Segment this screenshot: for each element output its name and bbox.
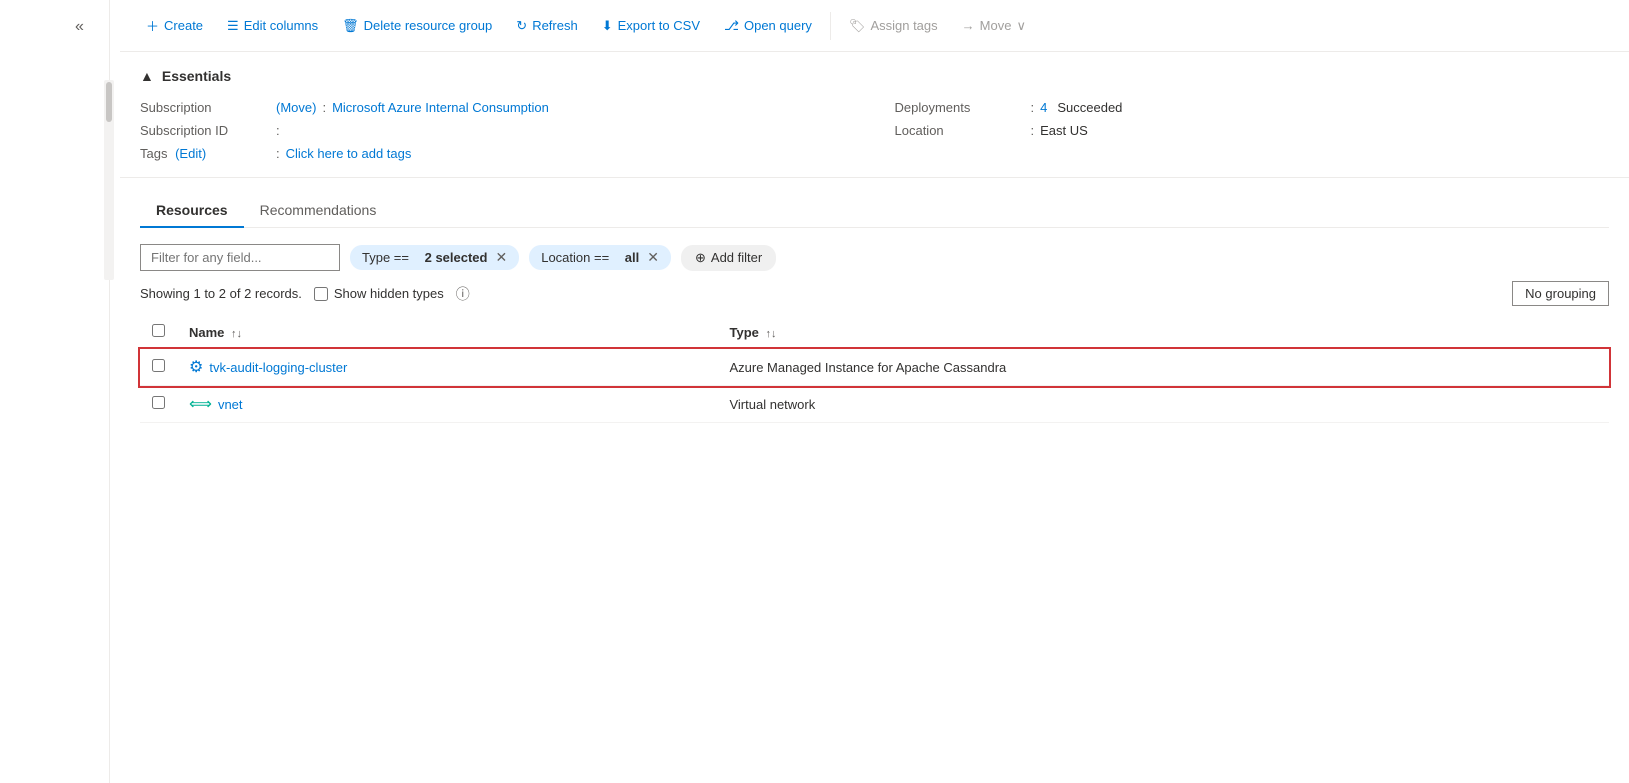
- showing-text: Showing 1 to 2 of 2 records.: [140, 286, 302, 301]
- subscription-move-link[interactable]: (Move): [276, 100, 316, 115]
- assign-tags-button[interactable]: 🏷 Assign tags: [839, 12, 948, 40]
- essentials-left: Subscription (Move) : Microsoft Azure In…: [140, 100, 855, 161]
- move-button[interactable]: → Move ∨: [952, 12, 1036, 40]
- move-arrow-icon: →: [962, 18, 975, 33]
- resource-name-link[interactable]: vnet: [218, 397, 243, 412]
- vnet-icon: ⟺: [189, 396, 212, 413]
- add-filter-button[interactable]: ⊕ Add filter: [681, 245, 776, 271]
- type-chip-prefix: Type ==: [362, 250, 409, 265]
- delete-rg-button[interactable]: 🗑 Delete resource group: [332, 12, 502, 40]
- row-checkbox[interactable]: [152, 359, 165, 372]
- col-header-type[interactable]: Type ↑↓: [717, 316, 1609, 349]
- move-chevron-icon: ∨: [1016, 18, 1026, 34]
- row-name-cell: ⚙ tvk-audit-logging-cluster: [177, 349, 717, 386]
- main-content: ＋ Create ☰ Edit columns 🗑 Delete resourc…: [120, 0, 1629, 423]
- row-type-cell: Azure Managed Instance for Apache Cassan…: [717, 349, 1609, 386]
- resources-table-container: Name ↑↓ Type ↑↓ ⚙ tvk-audit-logging-clust…: [120, 316, 1629, 423]
- essentials-chevron-icon: ▲: [140, 68, 154, 84]
- essentials-header[interactable]: ▲ Essentials: [140, 68, 1609, 84]
- export-csv-button[interactable]: ⬇ Export to CSV: [592, 12, 710, 40]
- tabs: Resources Recommendations: [140, 194, 1609, 228]
- edit-columns-icon: ☰: [227, 18, 239, 34]
- scrollbar-thumb: [106, 82, 112, 122]
- subscription-row: Subscription (Move) : Microsoft Azure In…: [140, 100, 855, 115]
- create-button[interactable]: ＋ Create: [136, 10, 213, 41]
- location-filter-chip[interactable]: Location == all ✕: [529, 245, 671, 270]
- tags-label: Tags (Edit): [140, 146, 270, 161]
- essentials-right: Deployments : 4 Succeeded Location : Eas…: [895, 100, 1610, 161]
- resources-table: Name ↑↓ Type ↑↓ ⚙ tvk-audit-logging-clust…: [140, 316, 1609, 423]
- filter-input[interactable]: [140, 244, 340, 271]
- refresh-button[interactable]: ↻ Refresh: [506, 12, 587, 40]
- row-checkbox-cell: [140, 349, 177, 386]
- refresh-icon: ↻: [516, 18, 527, 34]
- row-name-cell: ⟺ vnet: [177, 386, 717, 423]
- col-header-name[interactable]: Name ↑↓: [177, 316, 717, 349]
- name-sort-icon: ↑↓: [231, 328, 242, 340]
- deployments-status: Succeeded: [1057, 100, 1122, 115]
- record-row: Showing 1 to 2 of 2 records. Show hidden…: [120, 281, 1629, 316]
- grouping-button[interactable]: No grouping: [1512, 281, 1609, 306]
- tags-row: Tags (Edit) : Click here to add tags: [140, 146, 855, 161]
- sidebar-collapse-button[interactable]: «: [75, 18, 84, 36]
- row-checkbox-cell: [140, 386, 177, 423]
- location-chip-prefix: Location ==: [541, 250, 609, 265]
- show-hidden-types-checkbox[interactable]: [314, 287, 328, 301]
- subscription-id-row: Subscription ID :: [140, 123, 855, 138]
- tabs-section: Resources Recommendations: [120, 178, 1629, 228]
- deployments-row: Deployments : 4 Succeeded: [895, 100, 1610, 115]
- scrollbar[interactable]: [104, 80, 114, 280]
- sidebar: [0, 0, 110, 783]
- row-type-cell: Virtual network: [717, 386, 1609, 423]
- location-value: East US: [1040, 123, 1088, 138]
- resource-name-link[interactable]: tvk-audit-logging-cluster: [209, 360, 347, 375]
- table-row: ⚙ tvk-audit-logging-cluster Azure Managed …: [140, 349, 1609, 386]
- essentials-grid: Subscription (Move) : Microsoft Azure In…: [140, 100, 1609, 161]
- tab-resources[interactable]: Resources: [140, 194, 244, 228]
- toolbar-divider: [830, 12, 831, 40]
- col-header-checkbox: [140, 316, 177, 349]
- tags-edit-link[interactable]: (Edit): [175, 146, 206, 161]
- location-chip-value: all: [625, 250, 639, 265]
- add-filter-icon: ⊕: [695, 250, 706, 266]
- info-icon[interactable]: ⓘ: [456, 284, 470, 304]
- toolbar: ＋ Create ☰ Edit columns 🗑 Delete resourc…: [120, 0, 1629, 52]
- tab-recommendations[interactable]: Recommendations: [244, 194, 393, 228]
- open-query-button[interactable]: ⎇ Open query: [714, 12, 822, 40]
- type-filter-chip[interactable]: Type == 2 selected ✕: [350, 245, 519, 270]
- create-icon: ＋: [146, 16, 159, 35]
- type-sort-icon: ↑↓: [766, 328, 777, 340]
- deployments-count-link[interactable]: 4: [1040, 100, 1047, 115]
- select-all-checkbox[interactable]: [152, 324, 165, 337]
- tag-icon: 🏷: [849, 18, 866, 34]
- row-checkbox[interactable]: [152, 396, 165, 409]
- show-hidden-types-label[interactable]: Show hidden types: [314, 286, 444, 301]
- query-icon: ⎇: [724, 18, 739, 34]
- type-chip-value: 2 selected: [425, 250, 488, 265]
- location-row: Location : East US: [895, 123, 1610, 138]
- delete-icon: 🗑: [342, 18, 359, 34]
- edit-columns-button[interactable]: ☰ Edit columns: [217, 12, 328, 40]
- cassandra-icon: ⚙: [189, 359, 203, 376]
- export-icon: ⬇: [602, 18, 613, 34]
- location-chip-close-icon[interactable]: ✕: [647, 249, 659, 266]
- essentials-section: ▲ Essentials Subscription (Move) : Micro…: [120, 52, 1629, 178]
- type-chip-close-icon[interactable]: ✕: [495, 249, 507, 266]
- filter-section: Type == 2 selected ✕ Location == all ✕ ⊕…: [120, 228, 1629, 281]
- subscription-value-link[interactable]: Microsoft Azure Internal Consumption: [332, 100, 549, 115]
- table-row: ⟺ vnet Virtual network: [140, 386, 1609, 423]
- tags-add-link[interactable]: Click here to add tags: [286, 146, 412, 161]
